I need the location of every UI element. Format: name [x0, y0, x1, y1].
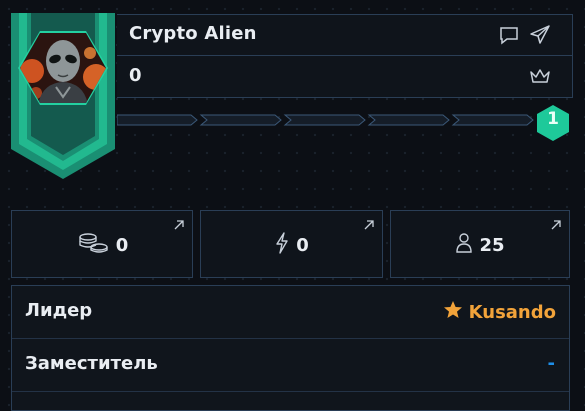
send-icon[interactable]: [528, 23, 552, 47]
lightning-icon: [274, 232, 290, 258]
user-icon: [455, 232, 473, 258]
coins-value: 0: [115, 234, 129, 256]
members-value: 25: [479, 234, 505, 256]
deputy-value: -: [547, 353, 555, 374]
leader-label: Лидер: [25, 300, 93, 321]
team-header: Crypto Alien 0: [117, 14, 573, 98]
arrow-up-right-icon[interactable]: [172, 217, 186, 231]
star-icon: [443, 300, 463, 325]
progress-segment: [367, 114, 450, 126]
energy-value: 0: [296, 234, 309, 256]
arrow-up-right-icon[interactable]: [549, 217, 563, 231]
deputy-label: Заместитель: [25, 353, 158, 374]
arrow-up-right-icon[interactable]: [362, 217, 376, 231]
chat-icon[interactable]: [497, 23, 521, 47]
progress-segment: [199, 114, 282, 126]
progress-segment: [116, 114, 198, 126]
level-progress-bar: [116, 112, 537, 128]
crown-icon: [528, 64, 552, 88]
leader-row[interactable]: Лидер Kusando: [12, 286, 569, 339]
team-score: 0: [129, 65, 142, 86]
members-stat-card[interactable]: 25: [390, 210, 570, 278]
deputy-row: Заместитель -: [12, 339, 569, 392]
team-info-panel: Лидер Kusando Заместитель -: [11, 285, 570, 411]
team-avatar: [18, 31, 108, 105]
leader-name: Kusando: [468, 302, 556, 323]
header-divider: [117, 55, 572, 56]
progress-segment: [451, 114, 534, 126]
energy-stat-card[interactable]: 0: [200, 210, 383, 278]
coins-stat-card[interactable]: 0: [11, 210, 193, 278]
coins-icon: [76, 232, 110, 258]
team-name: Crypto Alien: [129, 23, 257, 44]
leader-value[interactable]: Kusando: [443, 300, 556, 325]
progress-segment: [283, 114, 366, 126]
level-number: 1: [547, 109, 559, 129]
